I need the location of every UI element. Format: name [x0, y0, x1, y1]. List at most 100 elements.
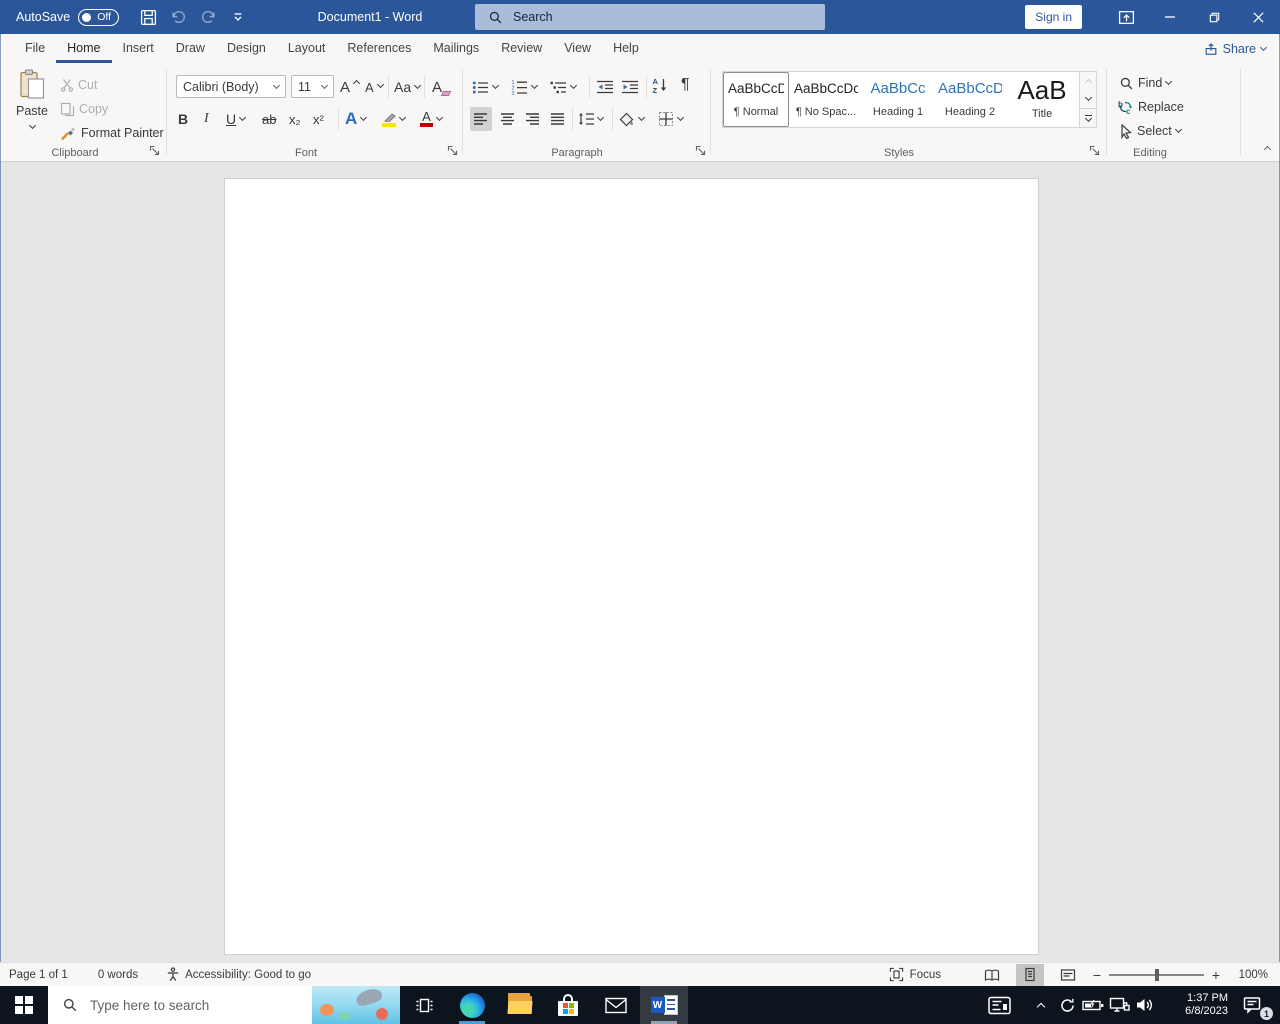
increase-indent-button[interactable] — [621, 75, 639, 99]
sign-in-button[interactable]: Sign in — [1025, 5, 1082, 29]
task-view-button[interactable] — [400, 986, 448, 1024]
tab-home[interactable]: Home — [56, 34, 111, 63]
tab-draw[interactable]: Draw — [165, 34, 216, 63]
tab-layout[interactable]: Layout — [277, 34, 337, 63]
volume-tray-button[interactable] — [1132, 986, 1158, 1024]
bold-button[interactable]: B — [178, 107, 188, 131]
subscript-button[interactable]: x₂ — [289, 107, 301, 131]
redo-button[interactable] — [193, 0, 223, 34]
shading-button[interactable] — [619, 107, 646, 131]
restore-button[interactable] — [1192, 0, 1236, 34]
styles-scroll-down-button[interactable] — [1080, 90, 1096, 108]
minimize-button[interactable] — [1148, 0, 1192, 34]
tab-insert[interactable]: Insert — [112, 34, 165, 63]
line-spacing-button[interactable] — [578, 107, 605, 131]
numbering-button[interactable]: 1 2 3 — [511, 75, 539, 99]
select-button[interactable]: Select — [1119, 119, 1182, 143]
tab-mailings[interactable]: Mailings — [422, 34, 490, 63]
autosave-toggle[interactable]: Off — [78, 8, 120, 26]
search-highlights-image[interactable] — [312, 986, 400, 1024]
taskbar-store-button[interactable] — [544, 986, 592, 1024]
text-highlight-button[interactable] — [382, 107, 407, 131]
clipboard-dialog-launcher[interactable] — [148, 144, 161, 157]
taskbar-word-button[interactable]: W — [640, 986, 688, 1024]
document-page[interactable] — [224, 178, 1039, 955]
web-layout-button[interactable] — [1054, 964, 1082, 986]
text-effects-button[interactable]: A — [345, 107, 368, 131]
font-family-combo[interactable]: Calibri (Body) — [176, 75, 286, 98]
show-hidden-icons-button[interactable] — [1028, 986, 1054, 1024]
titlebar-search-box[interactable]: Search — [475, 4, 825, 30]
customize-quick-access-button[interactable] — [223, 0, 253, 34]
show-formatting-marks-button[interactable]: ¶ — [681, 73, 690, 97]
taskbar-clock[interactable]: 1:37 PM 6/8/2023 — [1164, 992, 1228, 1018]
cut-button[interactable]: Cut — [60, 73, 97, 97]
page-count-status[interactable]: Page 1 of 1 — [9, 969, 68, 981]
font-dialog-launcher[interactable] — [446, 144, 459, 157]
tab-view[interactable]: View — [553, 34, 602, 63]
align-right-button[interactable] — [522, 107, 544, 131]
focus-mode-button[interactable]: Focus — [889, 967, 941, 982]
underline-button[interactable]: U — [226, 107, 247, 131]
font-color-button[interactable]: A — [420, 107, 444, 131]
shrink-font-button[interactable]: A — [365, 75, 384, 99]
grow-font-button[interactable]: A — [340, 75, 361, 99]
tab-help[interactable]: Help — [602, 34, 650, 63]
align-left-button[interactable] — [470, 107, 492, 131]
zoom-out-button[interactable]: − — [1087, 967, 1107, 983]
network-tray-button[interactable] — [1106, 986, 1132, 1024]
style-heading-1[interactable]: AaBbCc Heading 1 — [863, 72, 933, 127]
clear-formatting-button[interactable]: A — [432, 75, 452, 99]
find-button[interactable]: Find — [1119, 71, 1173, 95]
multilevel-list-button[interactable] — [550, 75, 578, 99]
style-title[interactable]: AaB Title — [1007, 72, 1077, 127]
paragraph-dialog-launcher[interactable] — [694, 144, 707, 157]
styles-scroll-up-button[interactable] — [1080, 72, 1096, 90]
word-count-status[interactable]: 0 words — [98, 969, 138, 981]
copy-button[interactable]: Copy — [60, 97, 108, 121]
taskbar-file-explorer-button[interactable] — [496, 986, 544, 1024]
tab-file[interactable]: File — [14, 34, 56, 63]
tab-references[interactable]: References — [336, 34, 422, 63]
strikethrough-button[interactable]: ab — [262, 107, 276, 131]
news-and-interests-button[interactable] — [986, 986, 1012, 1024]
ribbon-display-options-button[interactable] — [1104, 0, 1148, 34]
zoom-in-button[interactable]: + — [1206, 967, 1226, 983]
taskbar-mail-button[interactable] — [592, 986, 640, 1024]
replace-button[interactable]: b c Replace — [1117, 95, 1184, 119]
taskbar-edge-button[interactable] — [448, 986, 496, 1024]
share-button[interactable]: Share — [1204, 34, 1268, 63]
read-mode-button[interactable] — [978, 964, 1006, 986]
format-painter-button[interactable]: Format Painter — [60, 121, 164, 145]
style-no-spacing[interactable]: AaBbCcDc ¶ No Spac... — [789, 72, 863, 127]
tab-design[interactable]: Design — [216, 34, 277, 63]
print-layout-button[interactable] — [1016, 963, 1044, 986]
start-button[interactable] — [0, 986, 48, 1024]
close-button[interactable] — [1236, 0, 1280, 34]
action-center-button[interactable]: 1 — [1236, 986, 1273, 1024]
paste-button[interactable]: Paste — [8, 69, 56, 155]
styles-more-button[interactable] — [1080, 108, 1096, 127]
collapse-ribbon-button[interactable] — [1263, 141, 1272, 155]
undo-button[interactable] — [163, 0, 193, 34]
accessibility-status[interactable]: Accessibility: Good to go — [166, 967, 311, 982]
zoom-slider-thumb[interactable] — [1155, 968, 1159, 981]
taskbar-search-box[interactable]: Type here to search — [48, 986, 400, 1024]
align-center-button[interactable] — [497, 107, 519, 131]
bullets-button[interactable] — [472, 75, 500, 99]
borders-button[interactable] — [658, 107, 685, 131]
change-case-button[interactable]: Aa — [394, 75, 422, 99]
tab-review[interactable]: Review — [490, 34, 553, 63]
style-normal[interactable]: AaBbCcDc ¶ Normal — [723, 72, 789, 127]
font-size-combo[interactable]: 11 — [291, 75, 334, 98]
style-heading-2[interactable]: AaBbCcD Heading 2 — [933, 72, 1007, 127]
save-button[interactable] — [133, 0, 163, 34]
decrease-indent-button[interactable] — [596, 75, 614, 99]
justify-button[interactable] — [547, 107, 569, 131]
sort-button[interactable]: A Z — [652, 73, 667, 97]
zoom-level[interactable]: 100% — [1226, 969, 1268, 981]
superscript-button[interactable]: x² — [313, 107, 324, 131]
zoom-slider[interactable] — [1109, 968, 1204, 981]
italic-button[interactable]: I — [204, 107, 209, 131]
sync-tray-button[interactable] — [1054, 986, 1080, 1024]
